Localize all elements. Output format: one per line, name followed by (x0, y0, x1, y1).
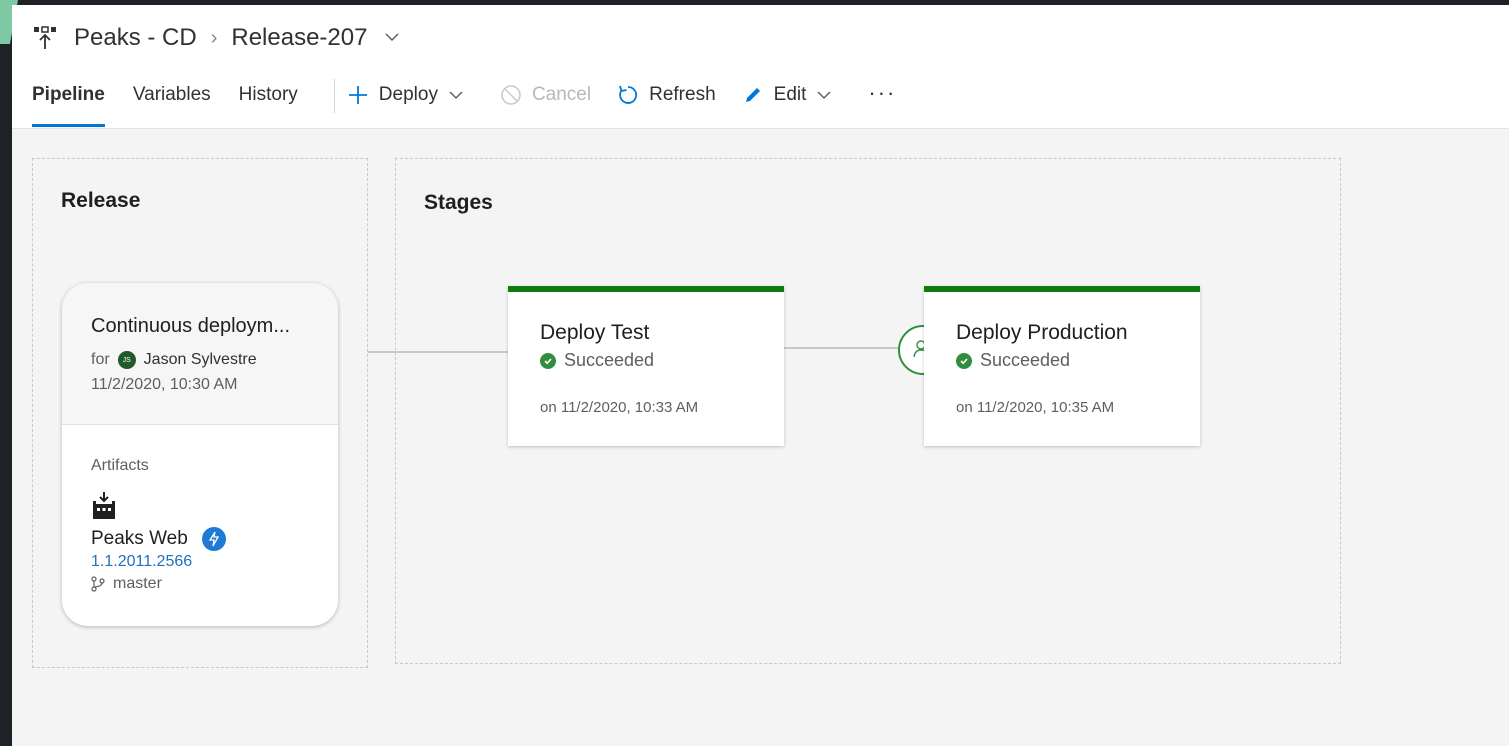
edit-button[interactable]: Edit (742, 77, 843, 113)
stage-status-label: Succeeded (564, 350, 655, 370)
stage-card-deploy-test[interactable]: Deploy Test Succeeded on 11/2/2020, 10:3… (508, 286, 784, 446)
release-view: Peaks - CD › Release-207 Pipeline Variab… (12, 5, 1509, 746)
stage-name: Deploy Production (956, 321, 1128, 344)
tab-pipeline[interactable]: Pipeline (32, 77, 105, 127)
more-actions-button[interactable]: ··· (868, 80, 896, 106)
breadcrumb-release-selector[interactable]: Release-207 (231, 24, 400, 52)
cancel-icon (501, 85, 521, 105)
chevron-down-icon (817, 91, 831, 100)
success-check-icon (540, 352, 556, 369)
deploy-label: Deploy (378, 84, 438, 105)
stage-status-label: Succeeded (980, 350, 1071, 370)
artifact-branch: master (91, 575, 338, 593)
release-created-date: 11/2/2020, 10:30 AM (91, 376, 238, 393)
edit-label: Edit (773, 84, 807, 105)
success-check-icon (956, 352, 972, 369)
release-to-stage-connector (368, 351, 512, 353)
refresh-label: Refresh (649, 84, 716, 105)
deploy-button[interactable]: Deploy (347, 77, 474, 113)
refresh-icon (619, 85, 638, 104)
header: Peaks - CD › Release-207 Pipeline Variab… (12, 5, 1509, 129)
stage-to-stage-connector (784, 347, 900, 349)
stage-card-deploy-production[interactable]: Deploy Production Succeeded on 11/2/2020… (924, 286, 1200, 446)
release-trigger-title: Continuous deploym... (91, 315, 291, 337)
requested-for-user: Jason Sylvestre (143, 351, 257, 368)
cancel-label: Cancel (531, 84, 592, 105)
artifacts-panel: Artifacts Peaks Web 1.1.2011.2566 master (62, 425, 338, 593)
branch-icon (91, 576, 105, 592)
stage-status: Succeeded (956, 350, 1200, 371)
chevron-down-icon (385, 33, 399, 42)
tab-history[interactable]: History (239, 77, 298, 127)
chevron-right-icon: › (210, 26, 218, 49)
for-label: for (91, 351, 110, 368)
lightning-icon (201, 527, 226, 551)
release-card-header: Continuous deploym... for JS Jason Sylve… (62, 283, 338, 425)
cancel-button[interactable]: Cancel (500, 77, 591, 113)
tab-variables[interactable]: Variables (133, 77, 211, 127)
release-section-title: Release (61, 189, 141, 212)
artifact-name: Peaks Web (91, 528, 188, 549)
stage-completed-date: on 11/2/2020, 10:35 AM (956, 399, 1115, 416)
artifact-name-row: Peaks Web (91, 527, 338, 551)
plus-icon (348, 86, 367, 104)
stage-status: Succeeded (540, 350, 784, 371)
release-requested-for: for JS Jason Sylvestre (91, 351, 338, 369)
avatar: JS (117, 351, 136, 369)
pencil-icon (745, 88, 760, 102)
artifact-version-link[interactable]: 1.1.2011.2566 (91, 553, 338, 571)
stage-completed-date: on 11/2/2020, 10:33 AM (540, 399, 699, 416)
stage-name: Deploy Test (540, 321, 650, 344)
release-card[interactable]: Continuous deploym... for JS Jason Sylve… (62, 283, 338, 626)
toolbar-divider (333, 79, 335, 113)
release-name: Release-207 (231, 24, 368, 51)
breadcrumb: Peaks - CD › Release-207 (32, 23, 400, 53)
refresh-button[interactable]: Refresh (617, 77, 716, 113)
build-artifact-icon (93, 492, 115, 519)
breadcrumb-pipeline-link[interactable]: Peaks - CD (74, 24, 197, 52)
toolbar: Pipeline Variables History Deploy Cancel… (32, 77, 896, 127)
branch-name: master (113, 575, 162, 592)
release-pipeline-icon (34, 26, 56, 49)
chevron-down-icon (449, 91, 463, 100)
stages-section-title: Stages (424, 191, 493, 214)
artifacts-label: Artifacts (91, 457, 149, 474)
